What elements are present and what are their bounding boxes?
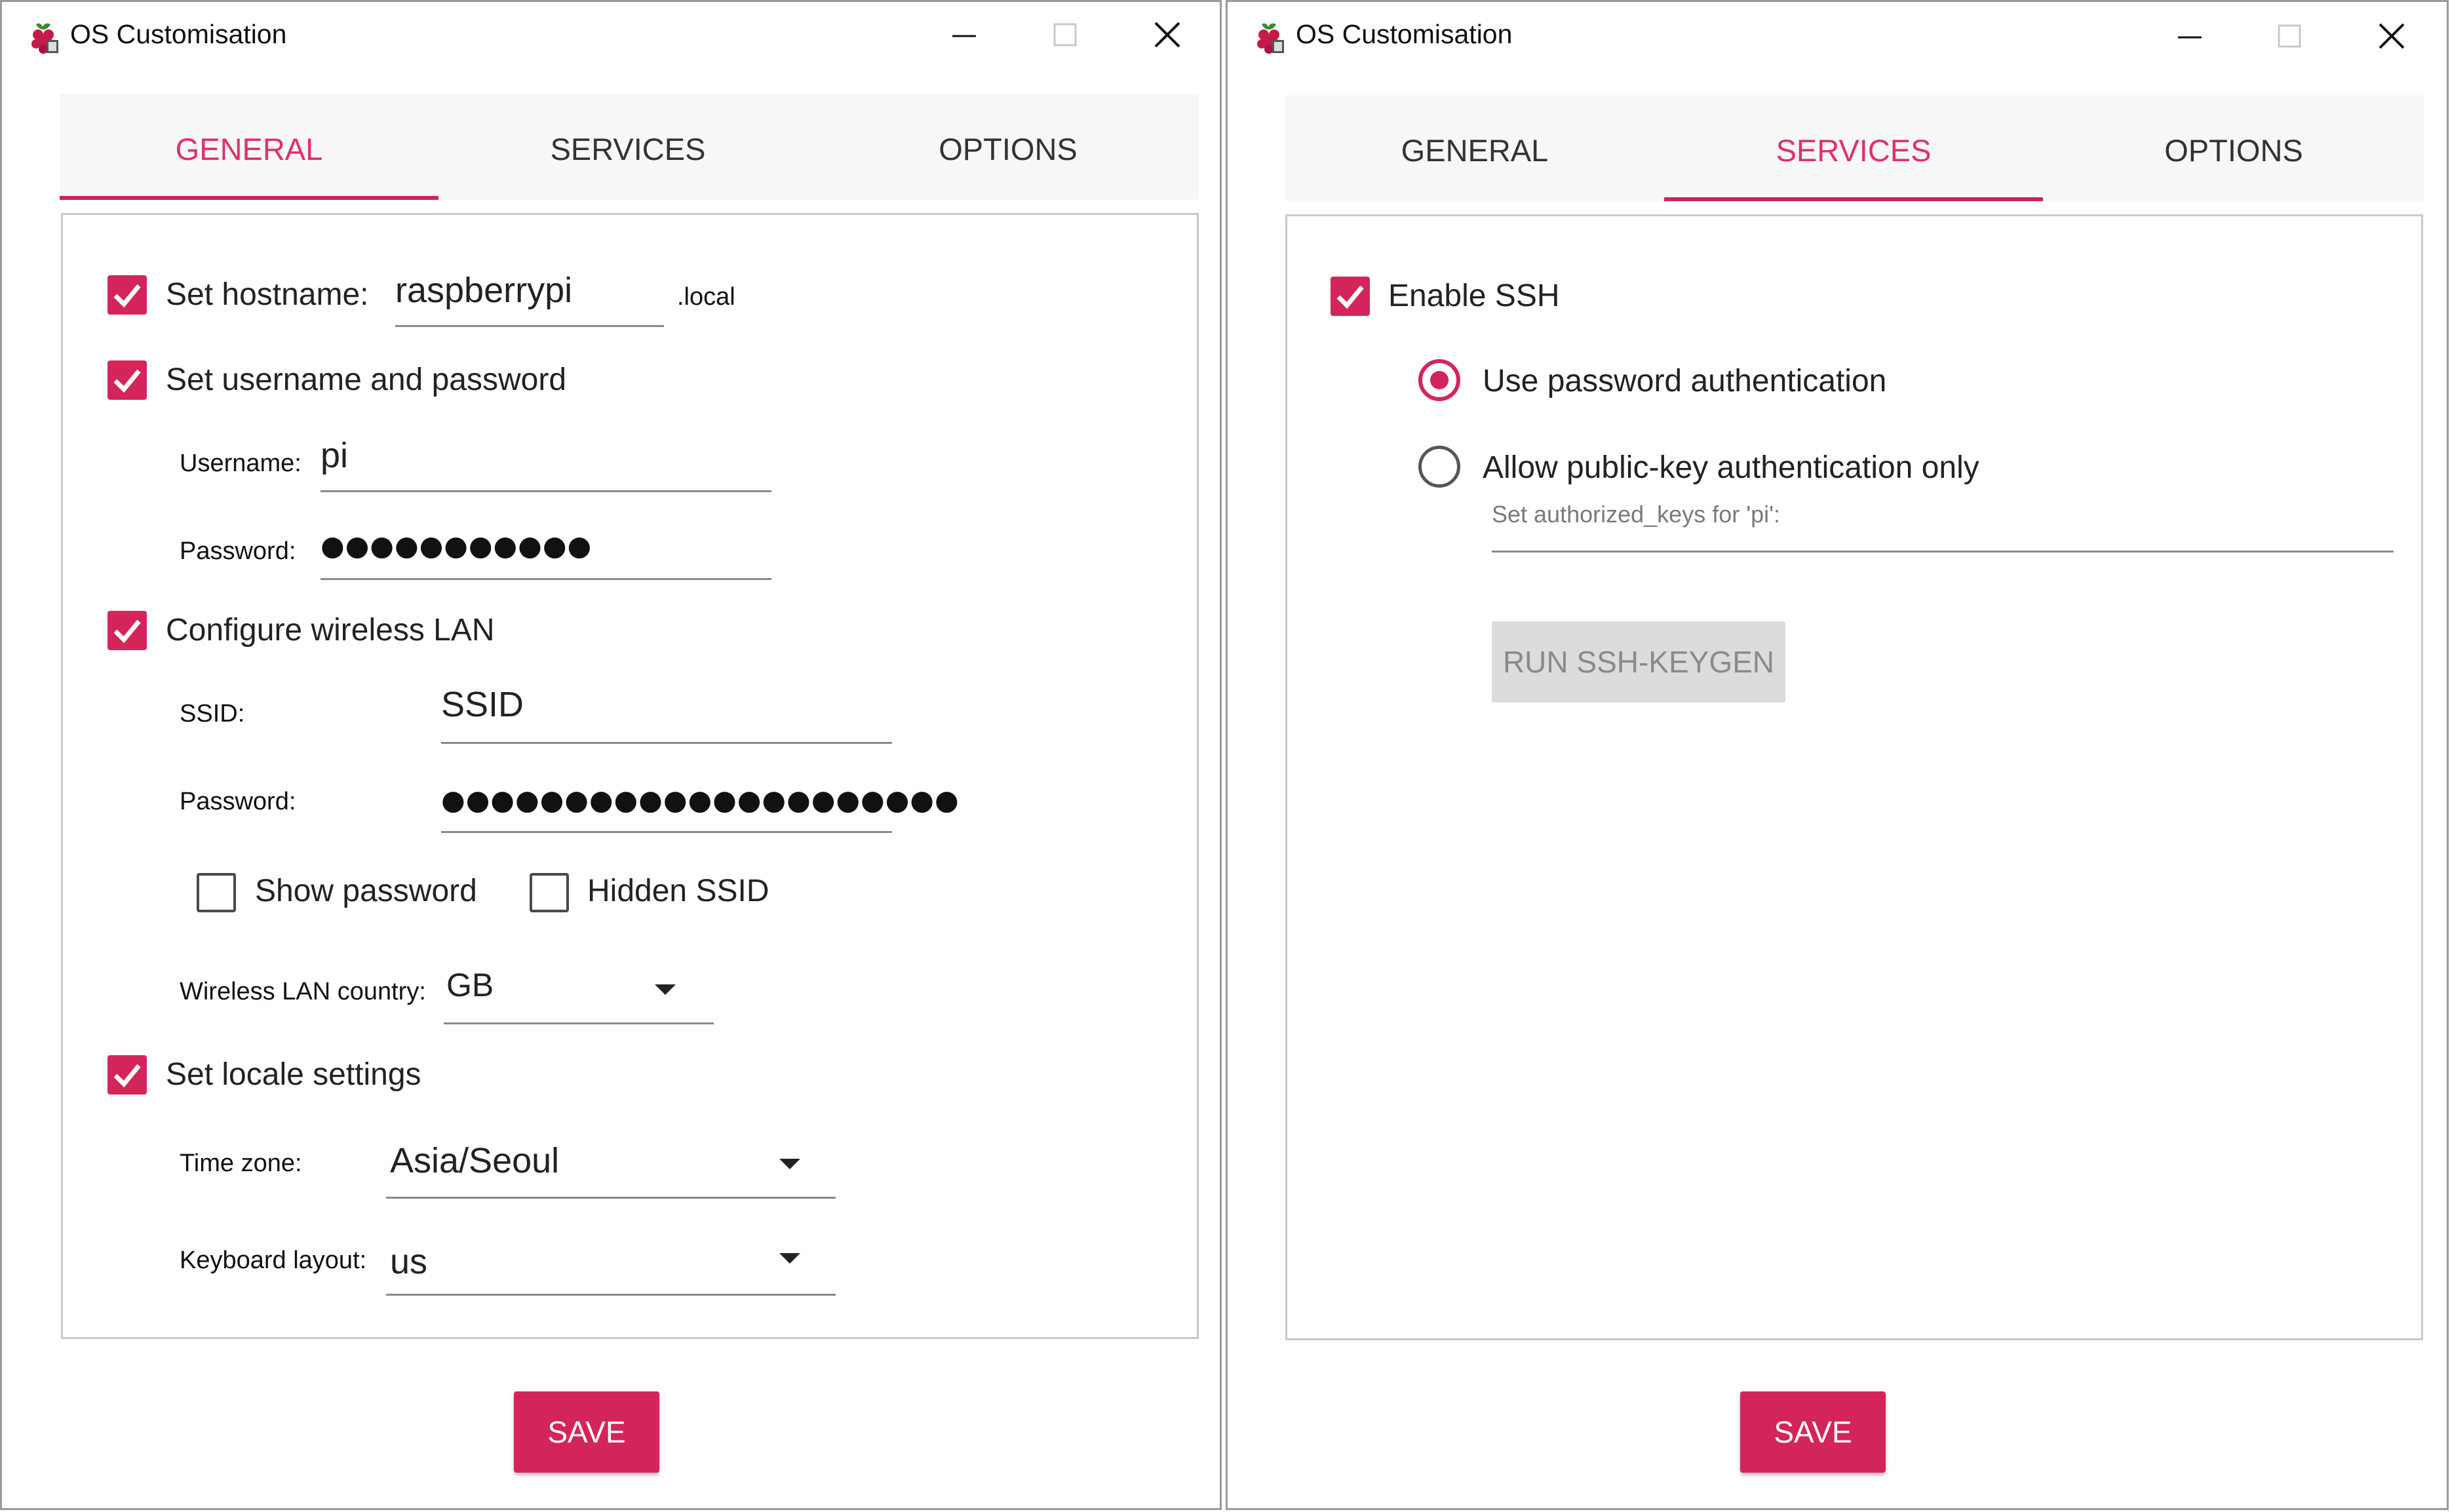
locale-label: Set locale settings bbox=[166, 1057, 421, 1092]
checkmark-icon bbox=[113, 369, 141, 393]
timezone-select[interactable]: Asia/Seoul bbox=[386, 1126, 836, 1199]
authorized-keys-label: Set authorized_keys for 'pi': bbox=[1492, 501, 1780, 528]
os-customisation-window-services: OS Customisation GENERAL SERVICES OPTION… bbox=[1226, 0, 2449, 1510]
hidden-ssid-label: Hidden SSID bbox=[587, 874, 769, 908]
window-title: OS Customisation bbox=[70, 19, 287, 49]
checkmark-icon bbox=[1336, 285, 1364, 309]
maximize-button[interactable] bbox=[1039, 12, 1091, 60]
show-password-checkbox[interactable] bbox=[197, 873, 236, 912]
close-icon bbox=[2379, 23, 2405, 49]
title-bar: OS Customisation bbox=[2, 2, 1220, 74]
raspberry-pi-icon bbox=[31, 23, 58, 54]
dropdown-arrow-icon bbox=[779, 1253, 800, 1264]
tab-services[interactable]: SERVICES bbox=[1664, 95, 2043, 201]
country-label: Wireless LAN country: bbox=[180, 978, 426, 1005]
pubkey-auth-radio[interactable] bbox=[1418, 446, 1460, 488]
timezone-value: Asia/Seoul bbox=[390, 1141, 560, 1180]
title-bar: OS Customisation bbox=[1228, 2, 2447, 74]
minimize-button[interactable] bbox=[2164, 12, 2216, 60]
keyboard-select[interactable]: us bbox=[386, 1228, 836, 1296]
hostname-value: raspberrypi bbox=[395, 271, 573, 310]
enable-ssh-label: Enable SSH bbox=[1388, 279, 1560, 313]
tab-options[interactable]: OPTIONS bbox=[2044, 95, 2423, 201]
wifi-password-input[interactable]: ●●●●●●●●●●●●●●●●●●●●● bbox=[441, 766, 959, 833]
minimize-button[interactable] bbox=[938, 12, 990, 60]
tab-general[interactable]: GENERAL bbox=[1285, 95, 1664, 201]
tab-bar: GENERAL SERVICES OPTIONS bbox=[1285, 95, 2424, 201]
username-input[interactable]: pi bbox=[321, 431, 771, 492]
close-button[interactable] bbox=[2365, 12, 2418, 60]
country-select[interactable]: GB bbox=[444, 960, 714, 1024]
hostname-checkbox[interactable] bbox=[107, 275, 147, 315]
keyboard-label: Keyboard layout: bbox=[180, 1247, 367, 1274]
wifi-password-mask: ●●●●●●●●●●●●●●●●●●●●● bbox=[441, 784, 960, 816]
ssid-label: SSID: bbox=[180, 700, 245, 727]
close-button[interactable] bbox=[1141, 12, 1194, 60]
pubkey-auth-label: Allow public-key authentication only bbox=[1483, 450, 1979, 485]
user-checkbox[interactable] bbox=[107, 360, 147, 400]
user-password-mask: ●●●●●●●●●●● bbox=[321, 530, 593, 562]
username-label: Username: bbox=[180, 450, 301, 477]
save-button[interactable]: SAVE bbox=[1740, 1391, 1886, 1473]
user-password-label: Password: bbox=[180, 537, 296, 565]
tab-bar: GENERAL SERVICES OPTIONS bbox=[60, 94, 1199, 200]
minimize-icon bbox=[952, 35, 976, 37]
tab-options[interactable]: OPTIONS bbox=[819, 94, 1197, 200]
password-auth-radio[interactable] bbox=[1418, 359, 1460, 401]
save-button[interactable]: SAVE bbox=[514, 1391, 659, 1473]
raspberry-pi-icon bbox=[1257, 23, 1284, 54]
tab-general[interactable]: GENERAL bbox=[60, 94, 438, 200]
password-auth-label: Use password authentication bbox=[1483, 364, 1887, 398]
authorized-keys-input[interactable] bbox=[1492, 531, 2394, 552]
checkmark-icon bbox=[113, 284, 141, 308]
user-label: Set username and password bbox=[166, 362, 567, 397]
ssid-input[interactable]: SSID bbox=[441, 674, 892, 744]
maximize-icon bbox=[2278, 24, 2301, 48]
hidden-ssid-checkbox[interactable] bbox=[530, 873, 569, 912]
minimize-icon bbox=[2178, 36, 2202, 39]
close-icon bbox=[1154, 22, 1180, 48]
show-password-label: Show password bbox=[255, 874, 477, 908]
wifi-password-label: Password: bbox=[180, 788, 296, 815]
maximize-button[interactable] bbox=[2263, 12, 2316, 60]
general-panel: Set hostname: raspberrypi .local Set use… bbox=[61, 213, 1199, 1339]
dropdown-arrow-icon bbox=[779, 1159, 800, 1169]
window-title: OS Customisation bbox=[1296, 19, 1513, 49]
keyboard-value: us bbox=[390, 1242, 428, 1281]
checkmark-icon bbox=[113, 1064, 141, 1088]
run-ssh-keygen-button[interactable]: RUN SSH-KEYGEN bbox=[1492, 621, 1785, 703]
services-panel: Enable SSH Use password authentication A… bbox=[1285, 214, 2423, 1340]
enable-ssh-checkbox[interactable] bbox=[1331, 277, 1370, 316]
username-value: pi bbox=[321, 436, 349, 475]
maximize-icon bbox=[1053, 23, 1077, 47]
hostname-suffix: .local bbox=[677, 283, 735, 311]
dropdown-arrow-icon bbox=[655, 984, 676, 995]
checkmark-icon bbox=[113, 619, 141, 644]
country-value: GB bbox=[446, 967, 494, 1003]
user-password-input[interactable]: ●●●●●●●●●●● bbox=[321, 519, 771, 580]
wifi-checkbox[interactable] bbox=[107, 611, 147, 650]
hostname-input[interactable]: raspberrypi bbox=[395, 267, 664, 327]
wifi-label: Configure wireless LAN bbox=[166, 613, 495, 648]
tab-services[interactable]: SERVICES bbox=[438, 94, 817, 200]
hostname-label: Set hostname: bbox=[166, 277, 369, 312]
timezone-label: Time zone: bbox=[180, 1150, 302, 1177]
os-customisation-window-general: OS Customisation GENERAL SERVICES OPTION… bbox=[0, 0, 1222, 1510]
ssid-value: SSID bbox=[441, 685, 524, 724]
locale-checkbox[interactable] bbox=[107, 1055, 147, 1095]
